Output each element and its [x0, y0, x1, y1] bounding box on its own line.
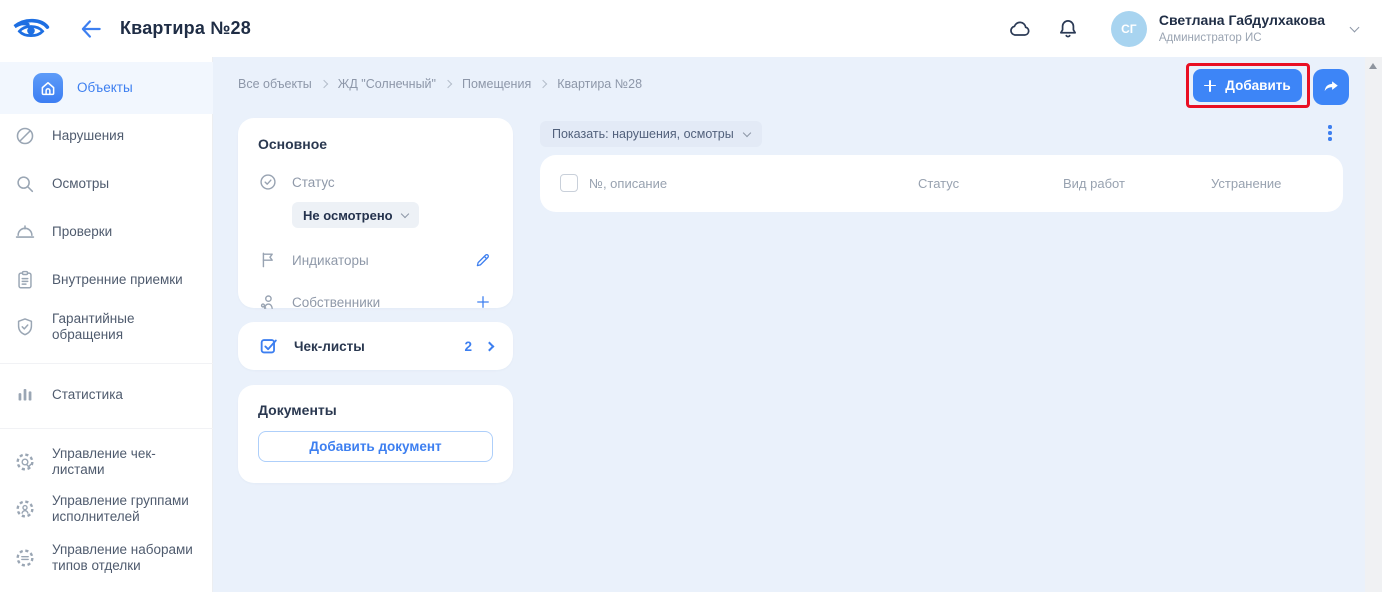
- edit-pencil-icon[interactable]: [473, 250, 493, 270]
- topbar: Квартира №28 СГ Светлана Габдулхакова Ад…: [0, 0, 1382, 57]
- scroll-up-arrow-icon[interactable]: [1369, 63, 1377, 69]
- house-icon: [33, 73, 63, 103]
- user-name: Светлана Габдулхакова: [1159, 12, 1325, 30]
- shield-check-icon: [14, 316, 36, 338]
- add-button[interactable]: Добавить: [1193, 69, 1302, 102]
- breadcrumb-chevron-icon: [444, 80, 452, 88]
- sidebar-item-finish-type-sets-management[interactable]: Управление наборами типов отделки: [0, 530, 213, 586]
- sidebar-item-checks[interactable]: Проверки: [0, 208, 213, 256]
- main-content: Все объекты ЖД "Солнечный" Помещения Ква…: [213, 57, 1382, 592]
- vertical-scrollbar[interactable]: [1365, 57, 1382, 592]
- checklists-label: Чек-листы: [294, 339, 365, 354]
- user-menu-chevron-down-icon[interactable]: [1350, 22, 1360, 32]
- sidebar-item-label: Гарантийные обращения: [52, 311, 204, 342]
- more-options-kebab-icon[interactable]: [1322, 123, 1338, 143]
- flag-icon: [258, 250, 278, 270]
- owners-label: Собственники: [292, 295, 380, 310]
- breadcrumb-complex[interactable]: ЖД "Солнечный": [338, 77, 436, 91]
- breadcrumb-chevron-icon: [320, 80, 328, 88]
- gear-person-icon: [14, 498, 36, 520]
- breadcrumb-all-objects[interactable]: Все объекты: [238, 77, 312, 91]
- sidebar-item-label: Объекты: [77, 80, 133, 96]
- checklists-card[interactable]: Чек-листы 2: [238, 322, 513, 370]
- status-row: Статус: [258, 172, 493, 192]
- breadcrumb-current-apartment: Квартира №28: [557, 77, 642, 91]
- share-button[interactable]: [1313, 69, 1349, 105]
- hardhat-icon: [14, 221, 36, 243]
- person-key-icon: [258, 292, 278, 312]
- check-circle-icon: [258, 172, 278, 192]
- card-title: Основное: [258, 136, 493, 152]
- sidebar-item-label: Осмотры: [52, 176, 109, 192]
- indicators-label: Индикаторы: [292, 253, 369, 268]
- sidebar-item-label: Внутренние приемки: [52, 272, 183, 288]
- sidebar-item-warranty[interactable]: Гарантийные обращения: [0, 303, 213, 351]
- user-role: Администратор ИС: [1159, 31, 1325, 45]
- sidebar-item-label: Управление чек-листами: [52, 446, 204, 477]
- column-elimination: Устранение: [1211, 176, 1281, 191]
- plus-icon: [1204, 80, 1216, 92]
- sidebar-item-label: Проверки: [52, 224, 112, 240]
- clipboard-icon: [14, 269, 36, 291]
- sidebar-item-label: Статистика: [52, 387, 123, 403]
- gear-check-icon: [14, 451, 36, 473]
- column-number-description: №, описание: [589, 176, 667, 191]
- page-title: Квартира №28: [120, 18, 251, 39]
- select-all-checkbox[interactable]: [560, 174, 578, 192]
- sidebar-item-executor-groups-management[interactable]: Управление группами исполнителей: [0, 481, 213, 537]
- sidebar-item-internal-acceptance[interactable]: Внутренние приемки: [0, 256, 213, 304]
- user-avatar[interactable]: СГ: [1111, 11, 1147, 47]
- checkbox-check-icon: [258, 335, 280, 357]
- table-header: №, описание Статус Вид работ Устранение: [540, 155, 1343, 212]
- sidebar-divider: [0, 428, 213, 429]
- sidebar-item-objects[interactable]: Объекты: [0, 62, 213, 114]
- share-arrow-icon: [1322, 78, 1340, 96]
- magnifier-icon: [14, 173, 36, 195]
- add-owner-plus-icon[interactable]: [473, 292, 493, 312]
- documents-title: Документы: [258, 402, 493, 418]
- bar-chart-icon: [14, 384, 36, 406]
- prohibition-icon: [14, 125, 36, 147]
- status-label: Статус: [292, 175, 335, 190]
- indicators-row: Индикаторы: [258, 250, 493, 270]
- add-document-button[interactable]: Добавить документ: [258, 431, 493, 462]
- documents-card: Документы Добавить документ: [238, 385, 513, 483]
- status-value: Не осмотрено: [303, 208, 393, 223]
- bell-icon[interactable]: [1055, 16, 1081, 42]
- column-work-type: Вид работ: [1063, 176, 1125, 191]
- sidebar-item-label: Управление группами исполнителей: [52, 493, 204, 524]
- app-logo-eye-icon[interactable]: [12, 16, 50, 42]
- breadcrumb-chevron-icon: [539, 80, 547, 88]
- chevron-down-icon: [742, 128, 750, 136]
- column-status: Статус: [918, 176, 959, 191]
- breadcrumb-premises[interactable]: Помещения: [462, 77, 531, 91]
- sidebar-item-violations[interactable]: Нарушения: [0, 112, 213, 160]
- sidebar-item-statistics[interactable]: Статистика: [0, 371, 213, 419]
- show-filter-dropdown[interactable]: Показать: нарушения, осмотры: [540, 121, 762, 147]
- main-info-card: Основное Статус Не осмотрено Индикаторы: [238, 118, 513, 308]
- sidebar-divider: [0, 363, 213, 364]
- checklists-count-badge: 2: [464, 339, 472, 354]
- status-dropdown[interactable]: Не осмотрено: [292, 202, 419, 228]
- sidebar: Объекты Нарушения Осмотры Проверки: [0, 57, 213, 592]
- add-button-label: Добавить: [1225, 78, 1290, 93]
- sidebar-item-checklist-management[interactable]: Управление чек-листами: [0, 438, 213, 486]
- show-filter-label: Показать: нарушения, осмотры: [552, 127, 734, 141]
- chevron-right-icon: [485, 341, 495, 351]
- back-arrow-button[interactable]: [78, 16, 104, 42]
- sidebar-item-label: Нарушения: [52, 128, 124, 144]
- sidebar-item-inspections[interactable]: Осмотры: [0, 160, 213, 208]
- cloud-icon[interactable]: [1007, 16, 1033, 42]
- owners-row: Собственники: [258, 292, 493, 312]
- breadcrumb: Все объекты ЖД "Солнечный" Помещения Ква…: [238, 77, 642, 91]
- gear-sets-icon: [14, 547, 36, 569]
- sidebar-item-label: Управление наборами типов отделки: [52, 542, 204, 573]
- user-info: Светлана Габдулхакова Администратор ИС: [1159, 12, 1325, 45]
- chevron-down-icon: [400, 209, 408, 217]
